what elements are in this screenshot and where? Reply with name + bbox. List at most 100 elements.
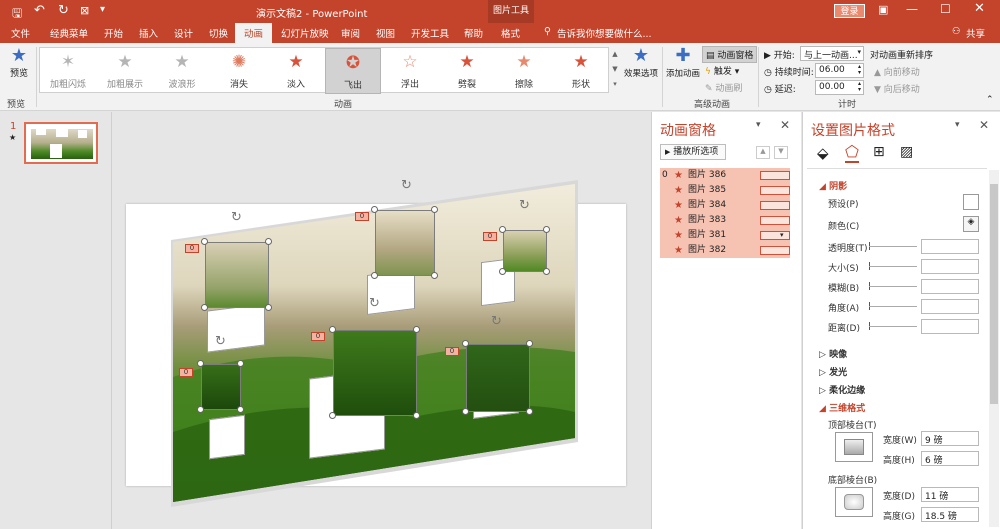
ribbon-display-icon[interactable]: ▣: [878, 3, 888, 16]
tab-transitions[interactable]: 切换: [209, 26, 228, 40]
size-properties-icon[interactable]: ⊞: [873, 144, 885, 160]
animation-tag[interactable]: 0: [185, 244, 199, 253]
start-from-beginning-icon[interactable]: ⊠: [80, 4, 89, 17]
pane-options-icon[interactable]: ▾: [756, 120, 761, 130]
rotate-handle-icon[interactable]: ↻: [369, 296, 380, 311]
close-icon[interactable]: ✕: [979, 118, 989, 132]
effects-icon[interactable]: ⬠: [845, 142, 859, 163]
tab-design[interactable]: 设计: [174, 26, 193, 40]
resize-handle[interactable]: [237, 406, 244, 413]
picture-tile-385[interactable]: [375, 210, 435, 276]
anim-shape[interactable]: ★ 形状: [557, 48, 605, 94]
blur-slider[interactable]: [869, 286, 917, 287]
picture-tile-381[interactable]: [201, 364, 241, 410]
animation-tag[interactable]: 0: [311, 332, 325, 341]
tab-classic-menu[interactable]: 经典菜单: [50, 26, 88, 40]
anim-disappear[interactable]: ✺ 消失: [215, 48, 263, 94]
rotate-handle-icon[interactable]: ↻: [215, 334, 226, 349]
reflection-section-header[interactable]: ▷ 映像: [819, 347, 847, 360]
trigger-button[interactable]: ϟ 触发 ▾: [705, 64, 739, 77]
scrollbar[interactable]: [989, 170, 999, 527]
resize-handle[interactable]: [462, 408, 469, 415]
glow-section-header[interactable]: ▷ 发光: [819, 365, 847, 378]
rotate-handle-icon[interactable]: ↻: [519, 198, 530, 213]
move-down-button[interactable]: ▼: [774, 146, 788, 159]
resize-handle[interactable]: [431, 272, 438, 279]
tab-animations[interactable]: 动画: [235, 23, 273, 43]
resize-handle[interactable]: [201, 304, 208, 311]
preview-button[interactable]: ★ 预览: [4, 45, 34, 79]
resize-handle[interactable]: [371, 272, 378, 279]
animation-item[interactable]: ★ 图片 385: [660, 183, 790, 198]
delay-input[interactable]: 00.00 ▴ ▾: [815, 80, 864, 95]
tab-format[interactable]: 格式: [501, 26, 520, 40]
animation-item[interactable]: ★ 图片 382: [660, 243, 790, 258]
rotate-handle-icon[interactable]: ↻: [491, 314, 502, 329]
resize-handle[interactable]: [329, 412, 336, 419]
animation-item[interactable]: 0 ★ 图片 386: [660, 168, 790, 183]
animation-tag[interactable]: 0: [179, 368, 193, 377]
picture-tile-386[interactable]: [205, 242, 269, 308]
user-icon[interactable]: ⚇: [952, 26, 961, 37]
anim-wave[interactable]: ★ 波浪形: [158, 48, 206, 94]
bottom-height-input[interactable]: 18.5 磅: [921, 507, 979, 522]
tab-developer[interactable]: 开发工具: [411, 26, 449, 40]
tell-me-search[interactable]: 告诉我你想要做什么...: [557, 26, 652, 40]
transparency-input[interactable]: [921, 239, 979, 254]
animation-tag[interactable]: 0: [445, 347, 459, 356]
resize-handle[interactable]: [197, 360, 204, 367]
animation-item[interactable]: ★ 图片 381 ▾: [660, 228, 790, 243]
play-selected-button[interactable]: ▶ 播放所选项: [660, 144, 726, 160]
start-select[interactable]: 与上一动画... ▾: [800, 46, 864, 61]
undo-icon[interactable]: ↶: [34, 3, 45, 18]
resize-handle[interactable]: [499, 226, 506, 233]
picture-icon[interactable]: ▨: [900, 144, 913, 160]
top-width-input[interactable]: 9 磅: [921, 431, 979, 446]
anim-wipe[interactable]: ★ 擦除: [500, 48, 548, 94]
close-icon[interactable]: ✕: [780, 118, 790, 132]
animation-painter-button[interactable]: ✎ 动画刷: [705, 81, 742, 94]
top-bevel-picker[interactable]: [835, 432, 873, 462]
paint-bucket-icon[interactable]: ◈: [963, 216, 979, 232]
distance-input[interactable]: [921, 319, 979, 334]
resize-handle[interactable]: [543, 268, 550, 275]
shadow-section-header[interactable]: ◢ 阴影: [819, 179, 847, 192]
picture-tile-382[interactable]: [466, 344, 530, 412]
resize-handle[interactable]: [197, 406, 204, 413]
animation-tag[interactable]: 0: [355, 212, 369, 221]
anim-fade[interactable]: ★ 淡入: [272, 48, 320, 94]
resize-handle[interactable]: [329, 326, 336, 333]
picture-hole[interactable]: [209, 414, 245, 460]
resize-handle[interactable]: [431, 206, 438, 213]
scrollbar-thumb[interactable]: [990, 184, 998, 404]
effect-options-button[interactable]: ★ 效果选项: [622, 45, 660, 79]
slide-thumbnail[interactable]: [24, 122, 98, 164]
collapse-ribbon-icon[interactable]: ⌃: [986, 95, 994, 105]
size-slider[interactable]: [869, 266, 917, 267]
resize-handle[interactable]: [265, 238, 272, 245]
tab-review[interactable]: 审阅: [341, 26, 360, 40]
size-input[interactable]: [921, 259, 979, 274]
resize-handle[interactable]: [371, 206, 378, 213]
chevron-down-icon[interactable]: ▾: [780, 228, 784, 243]
resize-handle[interactable]: [543, 226, 550, 233]
resize-handle[interactable]: [413, 326, 420, 333]
resize-handle[interactable]: [526, 408, 533, 415]
resize-handle[interactable]: [201, 238, 208, 245]
redo-icon[interactable]: ↻: [58, 3, 69, 18]
tab-home[interactable]: 开始: [104, 26, 123, 40]
picture-tile-384[interactable]: [503, 230, 547, 272]
fill-line-icon[interactable]: ⬙: [817, 144, 829, 162]
shadow-preset-button[interactable]: [963, 194, 979, 210]
close-window-icon[interactable]: ✕: [974, 1, 985, 16]
add-animation-button[interactable]: ✚ 添加动画: [664, 45, 702, 79]
resize-handle[interactable]: [462, 340, 469, 347]
tab-file[interactable]: 文件: [11, 26, 30, 40]
resize-handle[interactable]: [265, 304, 272, 311]
maximize-icon[interactable]: ☐: [940, 2, 951, 16]
share-button[interactable]: 共享: [966, 26, 985, 40]
customize-toolbar-icon[interactable]: ▾: [100, 4, 105, 15]
angle-slider[interactable]: [869, 306, 917, 307]
move-later-button[interactable]: ▼ 向后移动: [874, 82, 920, 95]
animation-item[interactable]: ★ 图片 384: [660, 198, 790, 213]
